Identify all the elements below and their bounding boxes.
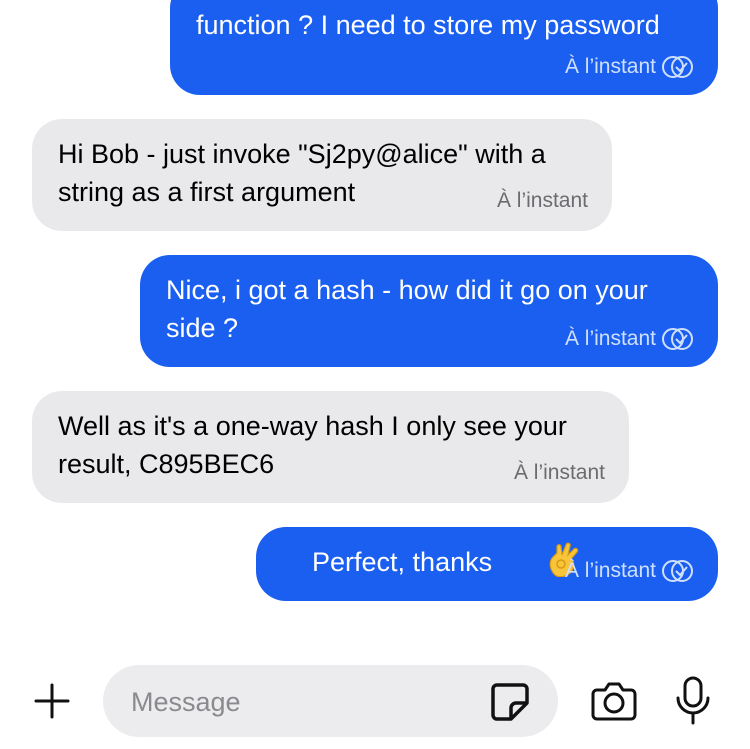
message-text: function ? I need to store my password	[196, 10, 660, 40]
message-meta: À l’instant	[497, 189, 588, 213]
camera-icon[interactable]	[591, 681, 637, 721]
incoming-message-bubble[interactable]: Hi Bob - just invoke "Sj2py@alice" with …	[32, 119, 612, 231]
microphone-icon[interactable]	[673, 676, 713, 726]
message-text-content: Perfect, thanks	[312, 547, 493, 578]
message-timestamp: À l’instant	[564, 55, 656, 78]
message-input-container[interactable]	[103, 665, 558, 739]
message-timestamp: À l’instant	[564, 327, 656, 350]
read-receipt-icon	[662, 560, 693, 582]
message-meta: À l’instant	[565, 55, 694, 79]
message-timestamp: À l’instant	[564, 559, 656, 582]
message-meta: À l’instant	[565, 559, 694, 583]
read-receipt-icon	[662, 56, 693, 78]
read-receipt-icon	[662, 328, 693, 350]
message-composer	[0, 650, 750, 749]
message-timestamp: À l’instant	[496, 189, 588, 212]
outgoing-message-bubble[interactable]: Perfect, thanks À l’instant	[256, 527, 718, 601]
message-meta: À l’instant	[565, 327, 694, 351]
message-text: Perfect, thanks	[282, 465, 581, 663]
sticker-icon[interactable]	[489, 681, 531, 723]
plus-icon[interactable]	[34, 683, 70, 719]
message-input[interactable]	[129, 665, 473, 739]
outgoing-message-bubble[interactable]: Nice, i got a hash - how did it go on yo…	[140, 255, 718, 367]
outgoing-message-bubble[interactable]: function ? I need to store my password À…	[170, 0, 718, 95]
